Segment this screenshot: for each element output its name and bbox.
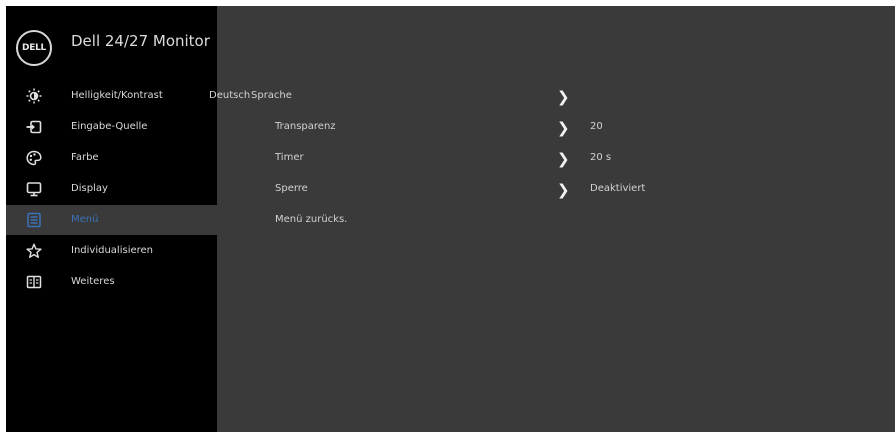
sidebar-item-brightness-contrast[interactable]: Helligkeit/Kontrast <box>6 81 217 111</box>
dell-logo: DELL <box>16 30 52 66</box>
logo-text: DELL <box>22 43 46 53</box>
sidebar-item-display[interactable]: Display <box>6 174 217 204</box>
menu-icon <box>26 212 42 228</box>
sidebar-item-personalize[interactable]: Individualisieren <box>6 236 217 266</box>
sidebar-item-label: Eingabe-Quelle <box>71 121 148 132</box>
others-icon <box>26 274 42 290</box>
row-label: Sprache <box>251 90 292 101</box>
chevron-right-icon: ❯ <box>557 119 570 137</box>
row-label: Sperre <box>275 183 308 194</box>
language-prefix: Deutsch <box>209 90 251 101</box>
sidebar-item-label: Farbe <box>71 152 99 163</box>
sidebar-item-label: Helligkeit/Kontrast <box>71 90 163 101</box>
osd-window: DELL Dell 24/27 Monitor Helligkeit/Kontr… <box>6 6 895 432</box>
sidebar-item-label: Weiteres <box>71 276 115 287</box>
input-source-icon <box>26 119 42 135</box>
submenu-row-lock[interactable]: Sperre ❯ Deaktiviert <box>217 174 895 204</box>
row-value: Deaktiviert <box>590 183 646 194</box>
submenu-row-language[interactable]: Deutsch Sprache ❯ <box>209 81 895 111</box>
sidebar-item-input-source[interactable]: Eingabe-Quelle <box>6 112 217 142</box>
display-icon <box>26 181 42 197</box>
sidebar-item-label: Menü <box>71 214 99 225</box>
row-label: Timer <box>275 152 304 163</box>
sidebar: DELL Dell 24/27 Monitor Helligkeit/Kontr… <box>6 6 217 432</box>
star-icon <box>26 243 42 259</box>
sidebar-item-label: Display <box>71 183 108 194</box>
row-value: 20 s <box>590 152 612 163</box>
sidebar-item-label: Individualisieren <box>71 245 154 256</box>
row-label: Transparenz <box>275 121 336 132</box>
submenu-row-timer[interactable]: Timer ❯ 20 s <box>217 143 895 173</box>
chevron-right-icon: ❯ <box>557 150 570 168</box>
window-title: Dell 24/27 Monitor <box>71 32 210 50</box>
row-value: 20 <box>590 121 603 132</box>
chevron-right-icon: ❯ <box>557 181 570 199</box>
sidebar-item-others[interactable]: Weiteres <box>6 267 217 297</box>
color-palette-icon <box>26 150 42 166</box>
row-label: Menü zurücks. <box>275 214 348 225</box>
brightness-icon <box>26 88 42 104</box>
sidebar-item-color[interactable]: Farbe <box>6 143 217 173</box>
sidebar-item-menu[interactable]: Menü <box>6 205 217 235</box>
submenu-row-transparency[interactable]: Transparenz ❯ 20 <box>217 112 895 142</box>
submenu-row-menu-reset[interactable]: Menü zurücks. <box>217 205 895 235</box>
chevron-right-icon: ❯ <box>557 88 570 106</box>
